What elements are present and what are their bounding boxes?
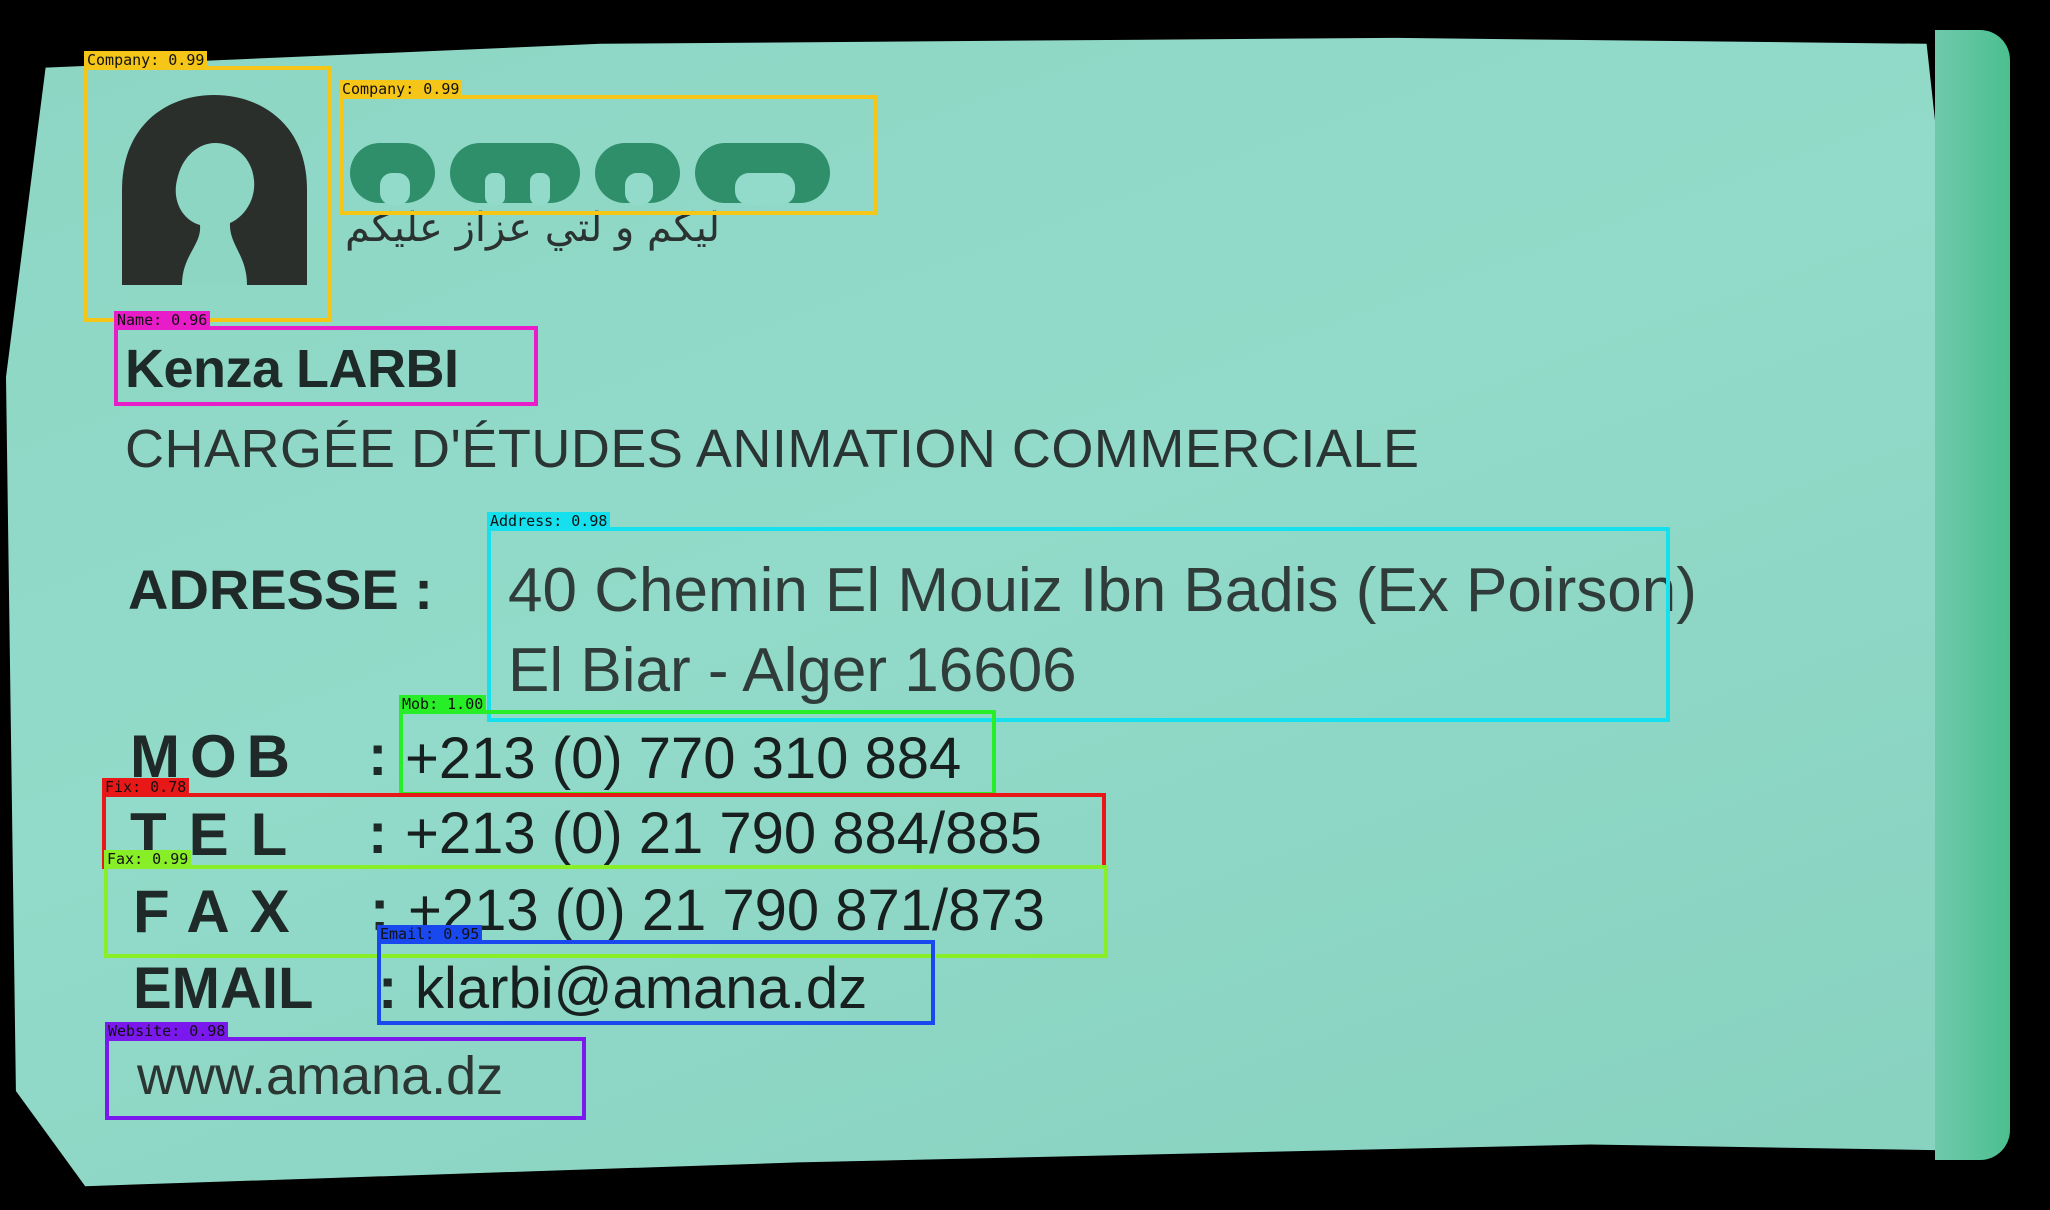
website-box <box>105 1037 586 1120</box>
website-box-label: Website: 0.98 <box>105 1022 229 1040</box>
card-edge <box>1935 30 2010 1160</box>
email-label: EMAIL <box>133 956 314 1021</box>
fix-box <box>102 793 1106 869</box>
job-title: CHARGÉE D'ÉTUDES ANIMATION COMMERCIALE <box>125 419 1420 479</box>
address-box <box>487 527 1670 722</box>
address-box-label: Address: 0.98 <box>487 512 611 530</box>
company-wordmark-box-label: Company: 0.99 <box>339 80 463 98</box>
mob-colon: : <box>368 723 388 788</box>
mob-box <box>399 710 996 796</box>
fix-box-label: Fix: 0.78 <box>102 778 190 796</box>
company-wordmark-box <box>339 95 878 215</box>
name-box <box>114 326 538 406</box>
company-logo-box-label: Company: 0.99 <box>84 51 208 69</box>
company-logo-box <box>84 66 331 322</box>
email-box <box>377 940 935 1025</box>
address-label: ADRESSE : <box>128 558 433 621</box>
fax-box-label: Fax: 0.99 <box>104 850 192 868</box>
mob-box-label: Mob: 1.00 <box>399 695 487 713</box>
email-box-label: Email: 0.95 <box>377 925 483 943</box>
name-box-label: Name: 0.96 <box>114 311 211 329</box>
